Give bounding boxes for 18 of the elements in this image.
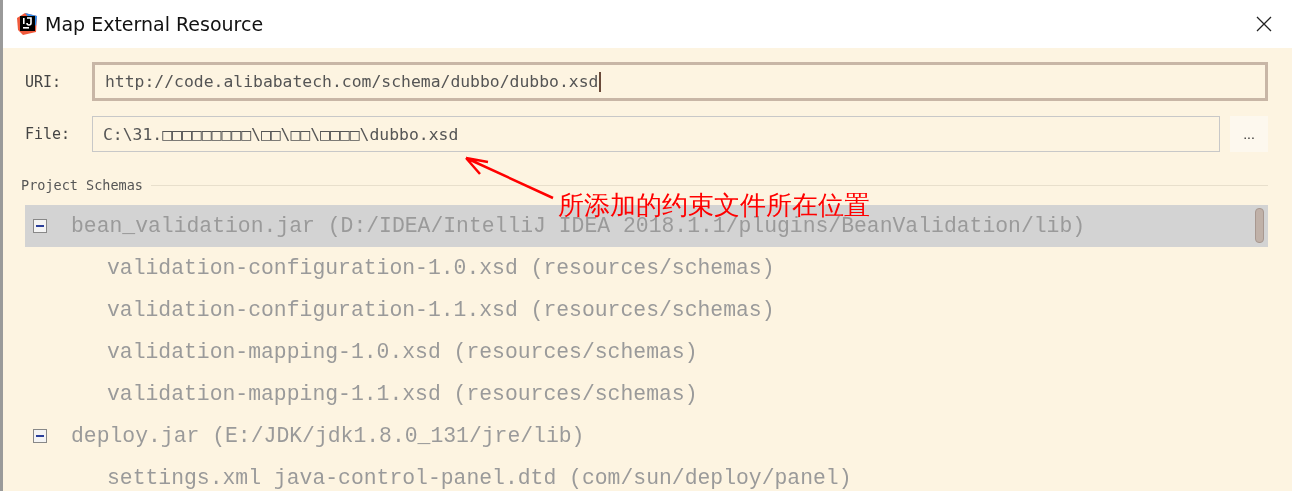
section-label: Project Schemas xyxy=(21,177,143,193)
file-label: File: xyxy=(24,125,72,143)
uri-label: URI: xyxy=(24,72,63,91)
tree-item[interactable]: deploy.jar (E:/JDK/jdk1.8.0_131/jre/lib) xyxy=(25,415,1268,457)
tree-item[interactable]: validation-configuration-1.1.xsd (resources/schemas) xyxy=(25,289,1268,331)
window-title: Map External Resource xyxy=(45,13,264,35)
tree-item[interactable]: validation-mapping-1.0.xsd (resources/schemas) xyxy=(25,331,1268,373)
uri-input-field[interactable]: http://code.alibabatech.com/schema/dubbo/dubbo.xsd xyxy=(92,62,1268,101)
file-input-field[interactable]: C:\31.□□□□□□□□□\□□\□□\□□□□\dubbo.xsd xyxy=(92,116,1220,152)
app-logo-icon xyxy=(15,12,39,36)
tree-item[interactable]: validation-mapping-1.1.xsd (resources/schemas) xyxy=(25,373,1268,415)
tree-item[interactable]: settings.xml java-control-panel.dtd (com/sun/deploy/panel) xyxy=(25,457,1268,491)
tree-item[interactable]: validation-configuration-1.0.xsd (resources/schemas) xyxy=(25,247,1268,289)
close-icon xyxy=(1256,16,1272,32)
collapse-icon[interactable] xyxy=(33,219,47,233)
browse-button[interactable]: ... xyxy=(1230,116,1268,152)
collapse-icon[interactable] xyxy=(33,429,47,443)
scrollbar-thumb[interactable] xyxy=(1255,208,1264,243)
